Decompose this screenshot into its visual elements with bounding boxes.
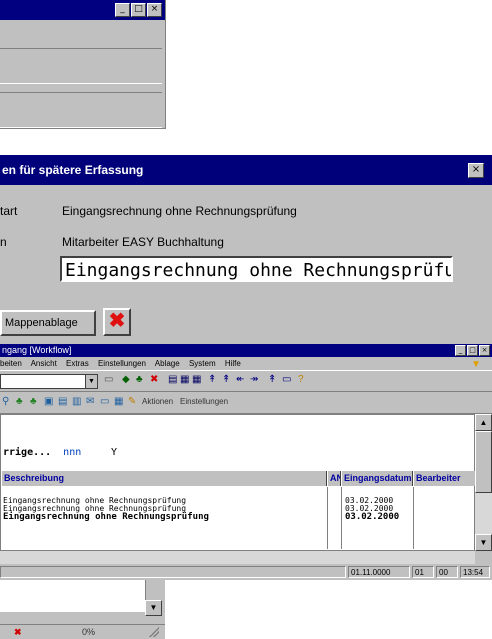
status-field-1: 01 (412, 566, 434, 578)
scroll-down-icon[interactable]: ▼ (475, 534, 492, 551)
minimize-button[interactable]: _ (455, 345, 466, 356)
document-list: rrige... nnn Y Beschreibung AN Eingangsda… (0, 414, 476, 551)
user-value: Mitarbeiter EASY Buchhaltung (62, 235, 224, 249)
prev-icon[interactable]: ↞ (236, 374, 244, 386)
status-time: 13:54 (460, 566, 490, 578)
status-bar: 01.11.0000 01 00 13:54 (0, 565, 492, 580)
settings-label[interactable]: Einstellungen (180, 391, 228, 413)
menu-bar: beiten Ansicht Extras Einstellungen Abla… (0, 357, 492, 370)
cancel-icon[interactable]: ✖ (14, 625, 22, 639)
column-header-editor[interactable]: Bearbeiter (413, 471, 476, 486)
scroll-thumb[interactable] (475, 431, 492, 493)
mail-icon[interactable]: ✉ (86, 396, 94, 408)
scroll-up-icon[interactable]: ▲ (475, 414, 492, 431)
scroll-down-icon[interactable]: ▼ (145, 600, 162, 616)
menu-item-einstellungen[interactable]: Einstellungen (98, 359, 146, 368)
bottom-text-area[interactable] (0, 580, 146, 612)
bottom-window: ▼ ✖ 0% (0, 580, 165, 639)
filter-label: rrige... (3, 447, 52, 458)
workflow-icon[interactable]: ♣ (16, 396, 23, 408)
horizontal-scrollbar[interactable] (0, 551, 475, 564)
status-field-2: 00 (436, 566, 458, 578)
window-icon[interactable]: ▭ (282, 374, 291, 386)
list-header: Beschreibung AN Eingangsdatum Bearbeiter (1, 471, 476, 486)
filter-value[interactable]: nnn (63, 447, 81, 458)
status-date: 01.11.0000 (348, 566, 410, 578)
menu-item-hilfe[interactable]: Hilfe (225, 359, 241, 368)
status-message (0, 566, 346, 578)
folder-combobox[interactable]: ▼ (0, 374, 98, 389)
dialog-titlebar[interactable]: en für spätere Erfassung × (0, 155, 492, 185)
up-folder-icon[interactable]: ↟ (222, 374, 230, 386)
folder-icon[interactable]: ▭ (100, 396, 109, 408)
toolbar-actions: ⚲ ♣ ♣ ▣ ▤ ▥ ✉ ▭ ▦ ✎ Aktionen Einstellung… (0, 391, 492, 414)
workflow-title: ngang [Workflow] (2, 345, 72, 355)
monitor-icon[interactable]: ▣ (44, 396, 53, 408)
home-icon[interactable]: ↟ (268, 374, 276, 386)
up-icon[interactable]: ↟ (208, 374, 216, 386)
menu-item-system[interactable]: System (189, 359, 216, 368)
save-dialog: en für spätere Erfassung × tart Eingangs… (0, 155, 492, 349)
row-date: 03.02.2000 (345, 512, 400, 522)
workflow-window: ngang [Workflow] _ □ × beiten Ansicht Ex… (0, 344, 492, 580)
type-value: Eingangsrechnung ohne Rechnungsprüfung (62, 204, 297, 218)
bottom-status-bar: ✖ 0% (0, 624, 165, 639)
cancel-button[interactable]: ✖ (103, 308, 131, 336)
menu-item-ablage[interactable]: Ablage (155, 359, 180, 368)
menu-item-bearbeiten[interactable]: beiten (0, 359, 22, 368)
toolbar-main: ▼ ▭ ◆ ♣ ✖ ▤ ▦ ▦ ↟ ↟ ↞ ↠ ↟ ▭ ? (0, 370, 492, 392)
dialog-title: en für spätere Erfassung (2, 163, 144, 177)
archive-icon[interactable]: ▥ (72, 396, 81, 408)
maximize-button[interactable]: □ (467, 345, 478, 356)
row-description: Eingangsrechnung ohne Rechnungsprüfung (3, 512, 209, 522)
filter-line: rrige... nnn Y (3, 447, 117, 458)
arrow-left-icon[interactable]: ◆ (122, 374, 130, 386)
route-icon[interactable]: ♣ (30, 396, 37, 408)
background-window-row (0, 48, 162, 84)
note-icon[interactable]: ✎ (128, 396, 136, 408)
column-header-description[interactable]: Beschreibung (1, 471, 327, 486)
vertical-scrollbar[interactable]: ▲ ▼ (475, 414, 492, 551)
help-icon[interactable]: ? (298, 374, 304, 386)
background-window-row (0, 92, 162, 128)
background-window: _ □ × (0, 0, 166, 129)
print-icon[interactable]: ▤ (168, 374, 177, 386)
next-icon[interactable]: ↠ (250, 374, 258, 386)
mappenablage-button[interactable]: Mappenablage (0, 310, 96, 336)
add-icon[interactable]: ♣ (136, 374, 143, 386)
resize-grip-icon[interactable] (149, 627, 159, 637)
delete-icon[interactable]: ✖ (150, 374, 158, 386)
paste-icon[interactable]: ▦ (192, 374, 201, 386)
menu-item-ansicht[interactable]: Ansicht (31, 359, 57, 368)
close-button[interactable]: × (147, 3, 162, 17)
name-input[interactable]: Eingangsrechnung ohne Rechnungsprüfung (60, 256, 453, 282)
workflow-titlebar[interactable]: ngang [Workflow] _ □ × (0, 344, 492, 357)
chevron-down-icon[interactable]: ▼ (85, 375, 97, 388)
document-icon[interactable]: ▤ (58, 396, 67, 408)
copy-icon[interactable]: ▦ (180, 374, 189, 386)
dialog-close-button[interactable]: × (468, 163, 484, 178)
user-label: n (0, 235, 7, 249)
column-header-an[interactable]: AN (327, 471, 341, 486)
list-icon[interactable]: ▭ (104, 374, 113, 386)
close-button[interactable]: × (479, 345, 490, 356)
search-icon[interactable]: ⚲ (2, 396, 9, 408)
menu-item-extras[interactable]: Extras (66, 359, 89, 368)
type-label: tart (0, 204, 18, 218)
table-row[interactable]: Eingangsrechnung ohne Rechnungsprüfung 03… (1, 512, 476, 522)
filter-marker: Y (111, 447, 118, 458)
minimize-button[interactable]: _ (115, 3, 130, 17)
stack-icon[interactable]: ▦ (114, 396, 123, 408)
actions-label[interactable]: Aktionen (142, 391, 173, 413)
background-window-titlebar[interactable]: _ □ × (0, 0, 165, 20)
cancel-x-icon: ✖ (108, 310, 126, 332)
progress-percent: 0% (82, 627, 96, 637)
maximize-button[interactable]: □ (131, 3, 146, 17)
column-header-date[interactable]: Eingangsdatum (341, 471, 413, 486)
list-rows: Eingangsrechnung ohne Rechnungsprüfung 03… (1, 497, 476, 522)
